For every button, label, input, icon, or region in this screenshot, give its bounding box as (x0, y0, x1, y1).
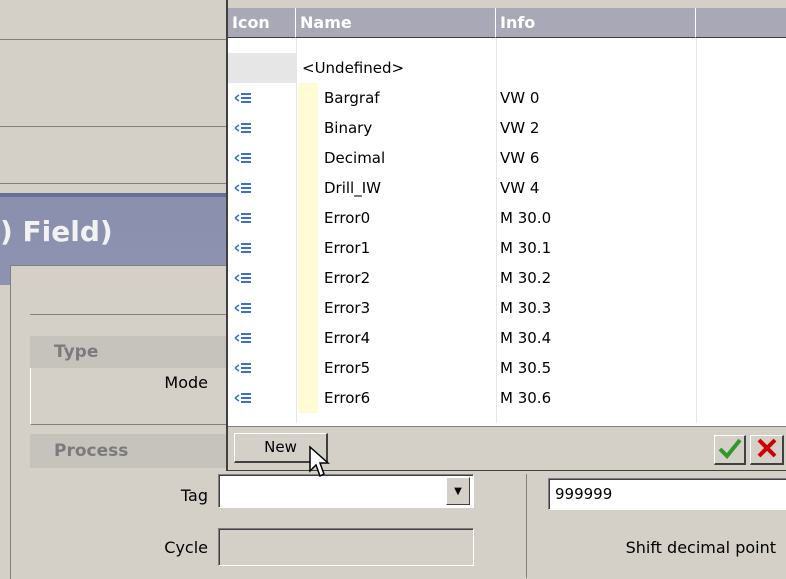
tag-icon (234, 363, 251, 373)
tag-icon (234, 123, 251, 133)
tag-name: Bargraf (324, 89, 380, 107)
table-row[interactable]: Error4 M 30.4 (228, 323, 786, 353)
tag-name: Error3 (324, 299, 371, 317)
tag-info: M 30.1 (500, 239, 552, 257)
table-row[interactable]: Error2 M 30.2 (228, 263, 786, 293)
tag-icon (234, 333, 251, 343)
row-marker (298, 263, 318, 293)
type-section-header: Type (30, 336, 226, 368)
column-header-icon[interactable]: Icon (228, 8, 296, 38)
tag-info: M 30.6 (500, 389, 552, 407)
row-marker (298, 323, 318, 353)
tag-icon (234, 243, 251, 253)
mouse-pointer-icon (309, 445, 330, 478)
tag-icon (234, 303, 251, 313)
table-row[interactable]: Drill_IW VW 4 (228, 173, 786, 203)
tag-info: M 30.3 (500, 299, 552, 317)
tag-label: Tag (180, 486, 208, 505)
row-marker (298, 83, 318, 113)
tag-info: VW 4 (500, 179, 540, 197)
tag-name: Error6 (324, 389, 371, 407)
table-row[interactable]: Bargraf VW 0 (228, 83, 786, 113)
column-header-name[interactable]: Name (296, 8, 496, 38)
table-row[interactable]: Decimal VW 6 (228, 143, 786, 173)
column-header-extra[interactable] (696, 8, 786, 38)
table-row[interactable]: Error3 M 30.3 (228, 293, 786, 323)
mode-label: Mode (164, 373, 208, 392)
tag-icon (234, 213, 251, 223)
row-marker (298, 293, 318, 323)
process-section-header: Process (30, 434, 226, 468)
divider (526, 474, 527, 578)
undefined-label: <Undefined> (302, 59, 405, 77)
list-item-undefined[interactable]: <Undefined> (228, 53, 786, 83)
row-marker (298, 113, 318, 143)
tag-name: Error1 (324, 239, 371, 257)
table-row[interactable]: Error5 M 30.5 (228, 353, 786, 383)
tag-info: VW 2 (500, 119, 540, 137)
cycle-field[interactable] (218, 528, 474, 566)
checkmark-icon (718, 438, 742, 459)
close-icon (757, 438, 776, 458)
row-marker (298, 143, 318, 173)
tag-selection-popup[interactable]: Icon Name Info <Undefined> Bargraf VW 0 Bi… (226, 0, 786, 478)
tag-icon (234, 183, 251, 193)
divider (0, 183, 226, 184)
row-marker (298, 383, 318, 413)
tag-name: Drill_IW (324, 179, 381, 197)
tag-name: Error2 (324, 269, 371, 287)
tag-icon (234, 153, 251, 163)
table-row[interactable]: Binary VW 2 (228, 113, 786, 143)
max-value-field[interactable]: 999999 (548, 478, 786, 510)
popup-button-bar: New (228, 426, 786, 478)
tag-name: Error4 (324, 329, 371, 347)
tag-name: Decimal (324, 149, 386, 167)
ok-button[interactable] (714, 435, 746, 465)
row-marker (298, 353, 318, 383)
cancel-button[interactable] (750, 435, 784, 465)
tag-combobox[interactable]: ▼ (218, 474, 474, 508)
row-marker (298, 233, 318, 263)
table-row[interactable]: Error1 M 30.1 (228, 233, 786, 263)
shift-decimal-label: Shift decimal point (625, 538, 776, 557)
tag-icon (234, 93, 251, 103)
row-marker (298, 203, 318, 233)
tag-info: M 30.5 (500, 359, 552, 377)
divider (30, 314, 226, 315)
table-row[interactable]: Error0 M 30.0 (228, 203, 786, 233)
tag-info: M 30.4 (500, 329, 552, 347)
dialog-title: ) Field) (0, 215, 113, 248)
tag-info: VW 6 (500, 149, 540, 167)
cycle-label: Cycle (164, 538, 208, 557)
table-row[interactable]: Error6 M 30.6 (228, 383, 786, 413)
tag-icon (234, 393, 251, 403)
divider (0, 39, 226, 40)
tag-info: M 30.0 (500, 209, 552, 227)
chevron-down-icon[interactable]: ▼ (446, 477, 470, 505)
max-value-text: 999999 (555, 485, 613, 503)
tag-name: Binary (324, 119, 373, 137)
tag-icon (234, 273, 251, 283)
row-marker (298, 173, 318, 203)
tag-name: Error5 (324, 359, 371, 377)
tag-info: VW 0 (500, 89, 540, 107)
column-header-info[interactable]: Info (496, 8, 696, 38)
divider (0, 126, 226, 127)
tag-info: M 30.2 (500, 269, 552, 287)
tag-name: Error0 (324, 209, 371, 227)
